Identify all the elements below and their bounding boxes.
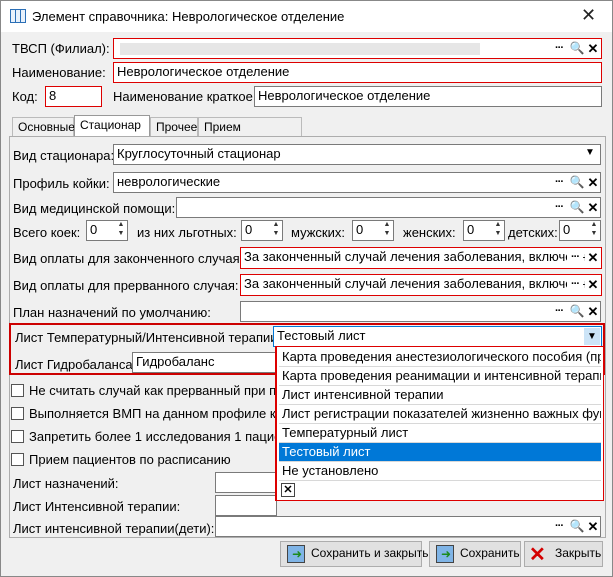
spin-icon[interactable]: ▲ ▼ (115, 220, 127, 241)
save-and-close-button[interactable]: Сохранить и закрыть (280, 541, 428, 567)
save-label: Сохранить (460, 546, 520, 560)
spin-icon[interactable]: ▲ ▼ (381, 220, 393, 241)
clear-icon[interactable]: ✕ (585, 40, 601, 59)
code-label: Код: (12, 89, 38, 104)
clear-icon[interactable]: ✕ (585, 199, 601, 218)
save-and-close-label: Сохранить и закрыть (311, 546, 429, 560)
close-window-icon[interactable]: ✕ (581, 5, 596, 26)
checkbox-limit-research[interactable] (11, 430, 24, 443)
ellipsis-icon[interactable]: ··· (551, 174, 567, 193)
ellipsis-icon[interactable]: ··· (551, 40, 567, 59)
clear-selection-icon[interactable]: ✕ (281, 483, 295, 497)
ellipsis-icon[interactable]: ··· (551, 199, 567, 218)
assign-sheet-field[interactable] (215, 472, 277, 493)
short-name-field[interactable]: Неврологическое отделение (254, 86, 602, 107)
clear-icon[interactable]: ✕ (585, 276, 601, 295)
bed-profile-field[interactable]: неврологические (113, 172, 601, 193)
close-button[interactable]: ✕ Закрыть (524, 541, 603, 567)
dialog-window: Элемент справочника: Неврологическое отд… (0, 0, 613, 577)
beds-female-label: женских: (403, 225, 456, 240)
name-label: Наименование: (12, 65, 106, 80)
clear-icon[interactable]: ✕ (585, 249, 601, 268)
search-icon[interactable]: 🔍 (569, 40, 585, 59)
spin-icon[interactable]: ▲ ▼ (588, 220, 600, 241)
tvsp-label: ТВСП (Филиал): (12, 41, 110, 56)
title-bar: Элемент справочника: Неврологическое отд… (1, 1, 612, 32)
checkbox-not-interrupted[interactable] (11, 384, 24, 397)
care-type-field[interactable] (176, 197, 601, 218)
assign-sheet-label: Лист назначений: (13, 476, 119, 491)
intensive-sheet-field[interactable] (215, 495, 277, 516)
dropdown-list: Карта проведения анестезиологического по… (275, 346, 604, 501)
intensive-child-field[interactable] (215, 516, 601, 537)
beds-child-label: детских: (508, 225, 558, 240)
intensive-sheet-label: Лист Интенсивной терапии: (13, 499, 181, 514)
code-field[interactable]: 8 (45, 86, 102, 107)
clear-icon[interactable]: ✕ (585, 303, 601, 322)
tab-other[interactable]: Прочее (150, 117, 198, 137)
search-icon[interactable]: 🔍 (569, 174, 585, 193)
plan-field[interactable] (240, 301, 601, 322)
dropdown-item[interactable]: Карта проведения анестезиологического по… (279, 348, 601, 367)
tab-referrals[interactable]: Прием направлений (198, 117, 302, 148)
care-type-label: Вид медицинской помощи: (13, 201, 176, 216)
ellipsis-icon[interactable]: ··· (551, 303, 567, 322)
beds-pref-label: из них льготных: (137, 225, 237, 240)
dropdown-item[interactable]: Температурный лист (279, 424, 601, 443)
ellipsis-icon[interactable]: ··· (567, 249, 583, 268)
close-icon: ✕ (529, 544, 546, 566)
beds-male-label: мужских: (291, 225, 345, 240)
save-icon (287, 545, 305, 563)
hydro-label: Лист Гидробаланса: (15, 357, 137, 372)
beds-total-label: Всего коек: (13, 225, 81, 240)
tab-hospital[interactable]: Стационар (74, 115, 150, 137)
dropdown-item[interactable]: Лист интенсивной терапии (279, 386, 601, 405)
dropdown-item[interactable]: Карта проведения реанимации и интенсивно… (279, 367, 601, 386)
clear-icon[interactable]: ✕ (585, 518, 601, 537)
hospital-type-select[interactable]: Круглосуточный стационар (113, 144, 601, 165)
ellipsis-icon[interactable]: ··· (567, 276, 583, 295)
chevron-down-icon[interactable]: ▼ (584, 328, 600, 345)
intensive-child-label: Лист интенсивной терапии(дети): (13, 521, 215, 536)
pay-interrupted-field[interactable]: За законченный случай лечения заболевани… (240, 274, 602, 296)
checkbox-label: Не считать случай как прерванный при пер… (29, 383, 298, 398)
dropdown-item-selected[interactable]: Тестовый лист (279, 443, 601, 462)
ellipsis-icon[interactable]: ··· (551, 518, 567, 537)
spin-icon[interactable]: ▲ ▼ (270, 220, 282, 241)
checkbox-schedule[interactable] (11, 453, 24, 466)
save-icon (436, 545, 454, 563)
checkbox-label: Запретить более 1 исследования 1 пациент (29, 429, 295, 444)
window-title: Элемент справочника: Неврологическое отд… (32, 9, 345, 24)
search-icon[interactable]: 🔍 (569, 518, 585, 537)
plan-label: План назначений по умолчанию: (13, 305, 211, 320)
temp-sheet-label: Лист Температурный/Интенсивной терапии: (15, 330, 282, 345)
search-icon[interactable]: 🔍 (569, 199, 585, 218)
pay-finished-field[interactable]: За законченный случай лечения заболевани… (240, 247, 602, 269)
tab-main[interactable]: Основные (12, 117, 75, 137)
pay-interrupted-label: Вид оплаты для прерванного случая: (13, 278, 239, 293)
checkbox-label: Прием пациентов по расписанию (29, 452, 231, 467)
dropdown-item[interactable]: Лист регистрации показателей жизненно ва… (279, 405, 601, 424)
clear-icon[interactable]: ✕ (585, 174, 601, 193)
temp-sheet-select[interactable]: Тестовый лист (273, 326, 602, 347)
checkbox-label: Выполняется ВМП на данном профиле коек (29, 406, 296, 421)
hydro-field[interactable]: Гидробаланс (132, 352, 277, 373)
name-field[interactable]: Неврологическое отделение (113, 62, 602, 83)
save-button[interactable]: Сохранить (429, 541, 521, 567)
spin-icon[interactable]: ▲ ▼ (492, 220, 504, 241)
checkbox-vmp[interactable] (11, 407, 24, 420)
tvsp-blurred-value (120, 43, 480, 55)
short-name-label: Наименование краткое: (113, 89, 257, 104)
search-icon[interactable]: 🔍 (569, 303, 585, 322)
close-label: Закрыть (555, 546, 602, 560)
chevron-down-icon[interactable]: ▼ (585, 147, 595, 158)
dropdown-item[interactable]: Не установлено (279, 462, 601, 481)
pay-finished-label: Вид оплаты для законченного случая: (13, 251, 244, 266)
bed-profile-label: Профиль койки: (13, 176, 110, 191)
tvsp-field[interactable] (113, 38, 602, 59)
table-icon (10, 9, 26, 23)
hospital-type-label: Вид стационара: (13, 148, 115, 163)
